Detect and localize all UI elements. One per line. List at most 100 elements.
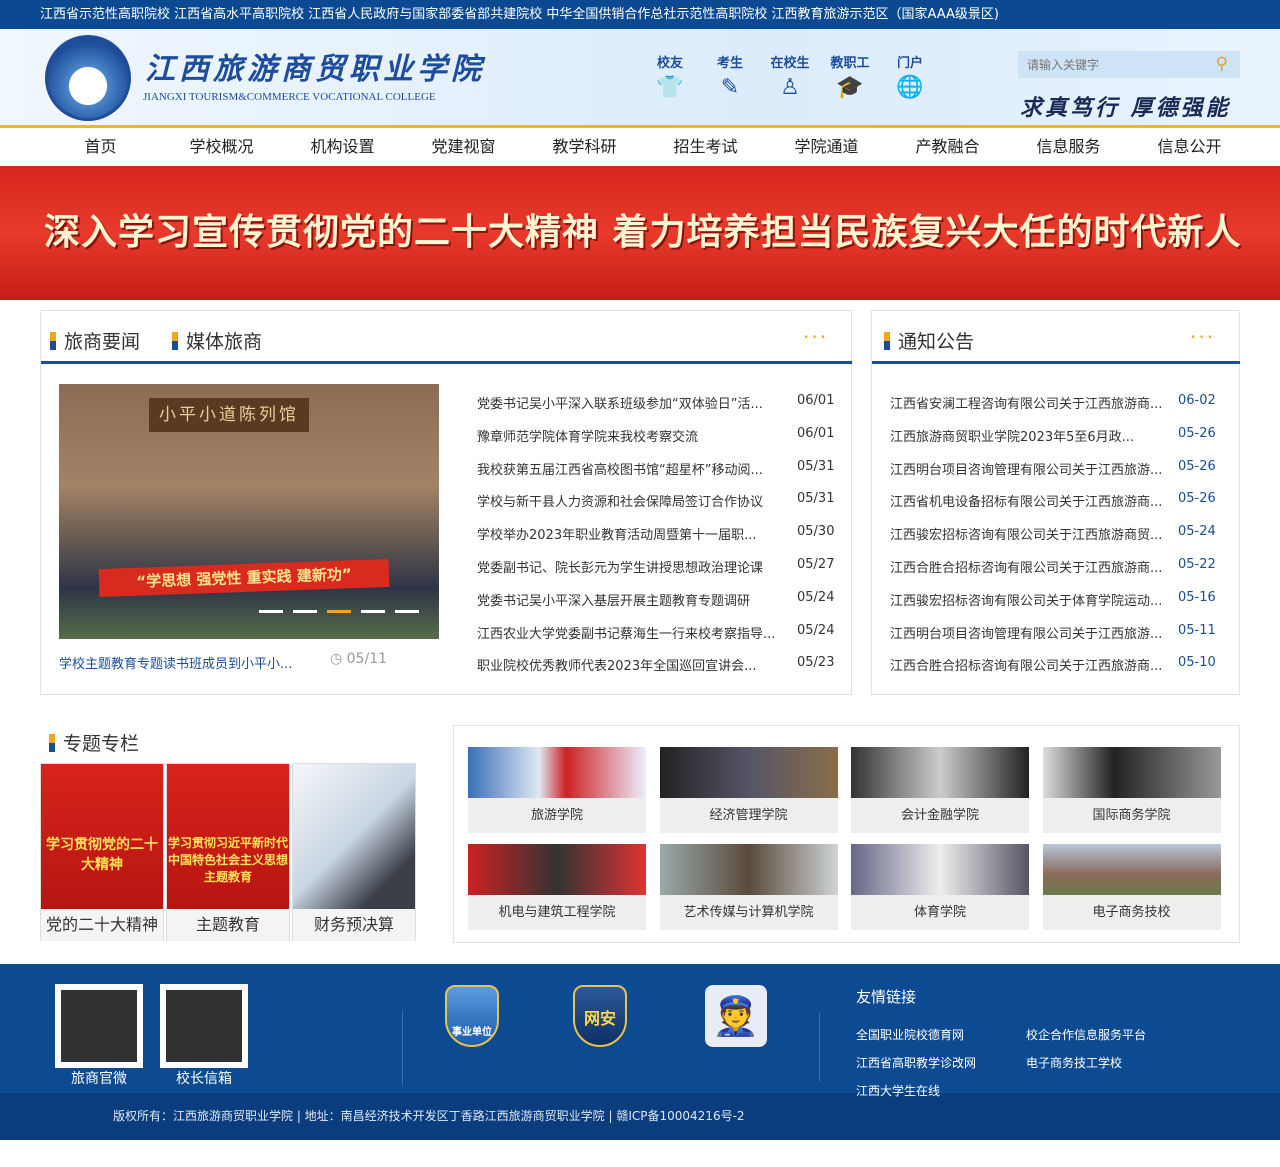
nav-colleges[interactable]: 学院通道: [766, 128, 887, 166]
person-icon: ♙: [780, 75, 800, 100]
police-icon[interactable]: 👮: [705, 985, 767, 1047]
college-label: 体育学院: [913, 905, 966, 920]
list-item[interactable]: 江西骏宏招标咨询有限公司关于江西旅游商贸... 05-24: [890, 524, 1220, 543]
tab-news[interactable]: 旅商要闻: [50, 327, 140, 354]
nav-party[interactable]: 党建视窗: [403, 128, 524, 166]
college-card[interactable]: 艺术传媒与计算机学院: [659, 844, 838, 930]
cyber-police-badge[interactable]: 网安: [573, 985, 627, 1047]
list-item[interactable]: 江西旅游商贸职业学院2023年5至6月政... 05-26: [890, 426, 1220, 445]
topic-theme-education[interactable]: 学习贯彻习近平新时代中国特色社会主义思想主题教育 主题教育: [166, 763, 290, 941]
list-item[interactable]: 职业院校优秀教师代表2023年全国巡回宣讲会... 05/23: [477, 655, 837, 674]
photo-caption[interactable]: 学校主题教育专题读书班成员到小平小...: [59, 653, 292, 672]
more-button[interactable]: ···: [803, 325, 828, 349]
item-date: 06/01: [797, 425, 835, 441]
list-item[interactable]: 豫章师范学院体育学院来我校考察交流 06/01: [477, 426, 837, 445]
topic-image: 学习贯彻党的二十大精神: [41, 764, 163, 909]
quick-link-alumni[interactable]: 校友 👕: [645, 52, 695, 100]
college-label: 艺术传媒与计算机学院: [683, 905, 814, 920]
public-institution-badge[interactable]: 事业单位: [445, 985, 499, 1047]
list-item[interactable]: 江西明台项目咨询管理有限公司关于江西旅游... 05-11: [890, 623, 1220, 642]
tab-media[interactable]: 媒体旅商: [172, 327, 262, 354]
qr-label: 校长信箱: [176, 1071, 232, 1087]
list-item[interactable]: 党委书记吴小平深入联系班级参加“双体验日”活... 06/01: [477, 393, 837, 412]
college-label: 电子商务技校: [1092, 905, 1171, 920]
list-item[interactable]: 江西骏宏招标咨询有限公司关于体育学院运动... 05-16: [890, 590, 1220, 609]
divider: [41, 361, 852, 364]
list-item[interactable]: 江西农业大学党委副书记蔡海生一行来校考察指导... 05/24: [477, 623, 837, 642]
friend-link[interactable]: 校企合作信息服务平台: [1026, 1026, 1146, 1043]
topic-20th-congress[interactable]: 学习贯彻党的二十大精神 党的二十大精神: [40, 763, 164, 941]
item-date: 05-16: [1178, 589, 1216, 605]
friend-link[interactable]: 电子商务技工学校: [1026, 1054, 1122, 1071]
nav-industry[interactable]: 产教融合: [887, 128, 1008, 166]
list-item[interactable]: 学校举办2023年职业教育活动周暨第十一届职... 05/30: [477, 524, 837, 543]
top-info-bar: 江西省示范性高职院校 江西省高水平高职院校 江西省人民政府与国家部委省部共建院校…: [0, 0, 1280, 29]
nav-disclosure[interactable]: 信息公开: [1129, 128, 1250, 166]
list-item[interactable]: 党委副书记、院长彭元为学生讲授思想政治理论课 05/27: [477, 557, 837, 576]
college-card[interactable]: 电子商务技校: [1042, 844, 1221, 930]
dot[interactable]: [259, 610, 283, 613]
college-card[interactable]: 会计金融学院: [851, 747, 1029, 833]
quick-link-staff[interactable]: 教职工 🎓: [825, 52, 875, 100]
college-image: [659, 747, 838, 798]
college-image: [468, 844, 646, 895]
topic-finance[interactable]: 财务预决算: [292, 763, 416, 941]
list-item[interactable]: 江西省机电设备招标有限公司关于江西旅游商... 05-26: [890, 491, 1220, 510]
item-date: 05-10: [1178, 655, 1216, 671]
quick-link-applicants[interactable]: 考生 ✎: [705, 52, 755, 100]
nav-organization[interactable]: 机构设置: [282, 128, 403, 166]
list-item[interactable]: 江西合胜合招标咨询有限公司关于江西旅游商... 05-22: [890, 557, 1220, 576]
quick-link-students[interactable]: 在校生 ♙: [765, 52, 815, 100]
search-icon[interactable]: ⚲: [1216, 54, 1228, 74]
friend-link[interactable]: 江西省高职教学诊改网: [856, 1054, 976, 1071]
item-date: 05-26: [1178, 458, 1216, 474]
college-logo[interactable]: [45, 35, 131, 121]
nav-teaching[interactable]: 教学科研: [524, 128, 645, 166]
list-item[interactable]: 江西明台项目咨询管理有限公司关于江西旅游... 05-26: [890, 459, 1220, 478]
nav-admission[interactable]: 招生考试: [645, 128, 766, 166]
college-card[interactable]: 机电与建筑工程学院: [468, 844, 646, 930]
item-title: 党委书记吴小平深入基层开展主题教育专题调研: [477, 593, 751, 609]
item-date: 05/23: [797, 655, 835, 671]
list-item[interactable]: 我校获第五届江西省高校图书馆“超星杯”移动阅... 05/31: [477, 459, 837, 478]
friend-links-title: 友情链接: [856, 988, 917, 1006]
friend-link[interactable]: 江西大学生在线: [856, 1082, 940, 1099]
item-date: 06-02: [1178, 393, 1216, 408]
tshirt-icon: 👕: [656, 75, 684, 100]
item-date: 05/24: [797, 589, 835, 605]
topic-image: 学习贯彻习近平新时代中国特色社会主义思想主题教育: [167, 764, 289, 909]
dot[interactable]: [361, 610, 385, 613]
college-label: 经济管理学院: [709, 808, 788, 823]
college-card[interactable]: 体育学院: [851, 844, 1029, 930]
divider: [819, 1012, 820, 1082]
dot[interactable]: [293, 610, 317, 613]
list-item[interactable]: 江西合胜合招标咨询有限公司关于江西旅游商... 05-10: [890, 655, 1220, 674]
more-button[interactable]: ···: [1190, 325, 1215, 349]
item-date: 05/30: [797, 524, 835, 540]
quick-link-portal[interactable]: 门户 🌐: [885, 52, 935, 100]
friend-link[interactable]: 全国职业院校德育网: [856, 1026, 964, 1043]
dot[interactable]: [395, 610, 419, 613]
news-photo-carousel[interactable]: 小平小道陈列馆 “学思想 强党性 重实践 建新功”: [59, 384, 439, 639]
nav-home[interactable]: 首页: [40, 128, 161, 166]
item-title: 江西旅游商贸职业学院2023年5至6月政...: [890, 429, 1135, 445]
qr-code-wechat: [55, 984, 143, 1068]
college-name-en: JIANGXI TOURISM&COMMERCE VOCATIONAL COLL…: [143, 91, 436, 103]
college-card[interactable]: 旅游学院: [468, 747, 646, 833]
dot[interactable]: [327, 610, 351, 613]
list-item[interactable]: 学校与新干县人力资源和社会保障局签订合作协议 05/31: [477, 491, 837, 510]
item-title: 江西省安澜工程咨询有限公司关于江西旅游商...: [890, 397, 1163, 412]
topic-image: [293, 764, 415, 909]
item-title: 职业院校优秀教师代表2023年全国巡回宣讲会...: [477, 659, 757, 675]
search-input[interactable]: [1018, 51, 1198, 78]
list-item[interactable]: 党委书记吴小平深入基层开展主题教育专题调研 05/24: [477, 590, 837, 609]
copyright: 版权所有：江西旅游商贸职业学院 | 地址：南昌经济技术开发区丁香路江西旅游商贸职…: [0, 1093, 1280, 1140]
college-card[interactable]: 国际商务学院: [1042, 747, 1221, 833]
list-item[interactable]: 江西省安澜工程咨询有限公司关于江西旅游商... 06-02: [890, 393, 1220, 412]
college-label: 旅游学院: [530, 808, 583, 823]
nav-about[interactable]: 学校概况: [161, 128, 282, 166]
college-card[interactable]: 经济管理学院: [659, 747, 838, 833]
item-date: 05/24: [797, 622, 835, 638]
nav-services[interactable]: 信息服务: [1008, 128, 1129, 166]
banner[interactable]: 深入学习宣传贯彻党的二十大精神 着力培养担当民族复兴大任的时代新人: [0, 166, 1280, 300]
